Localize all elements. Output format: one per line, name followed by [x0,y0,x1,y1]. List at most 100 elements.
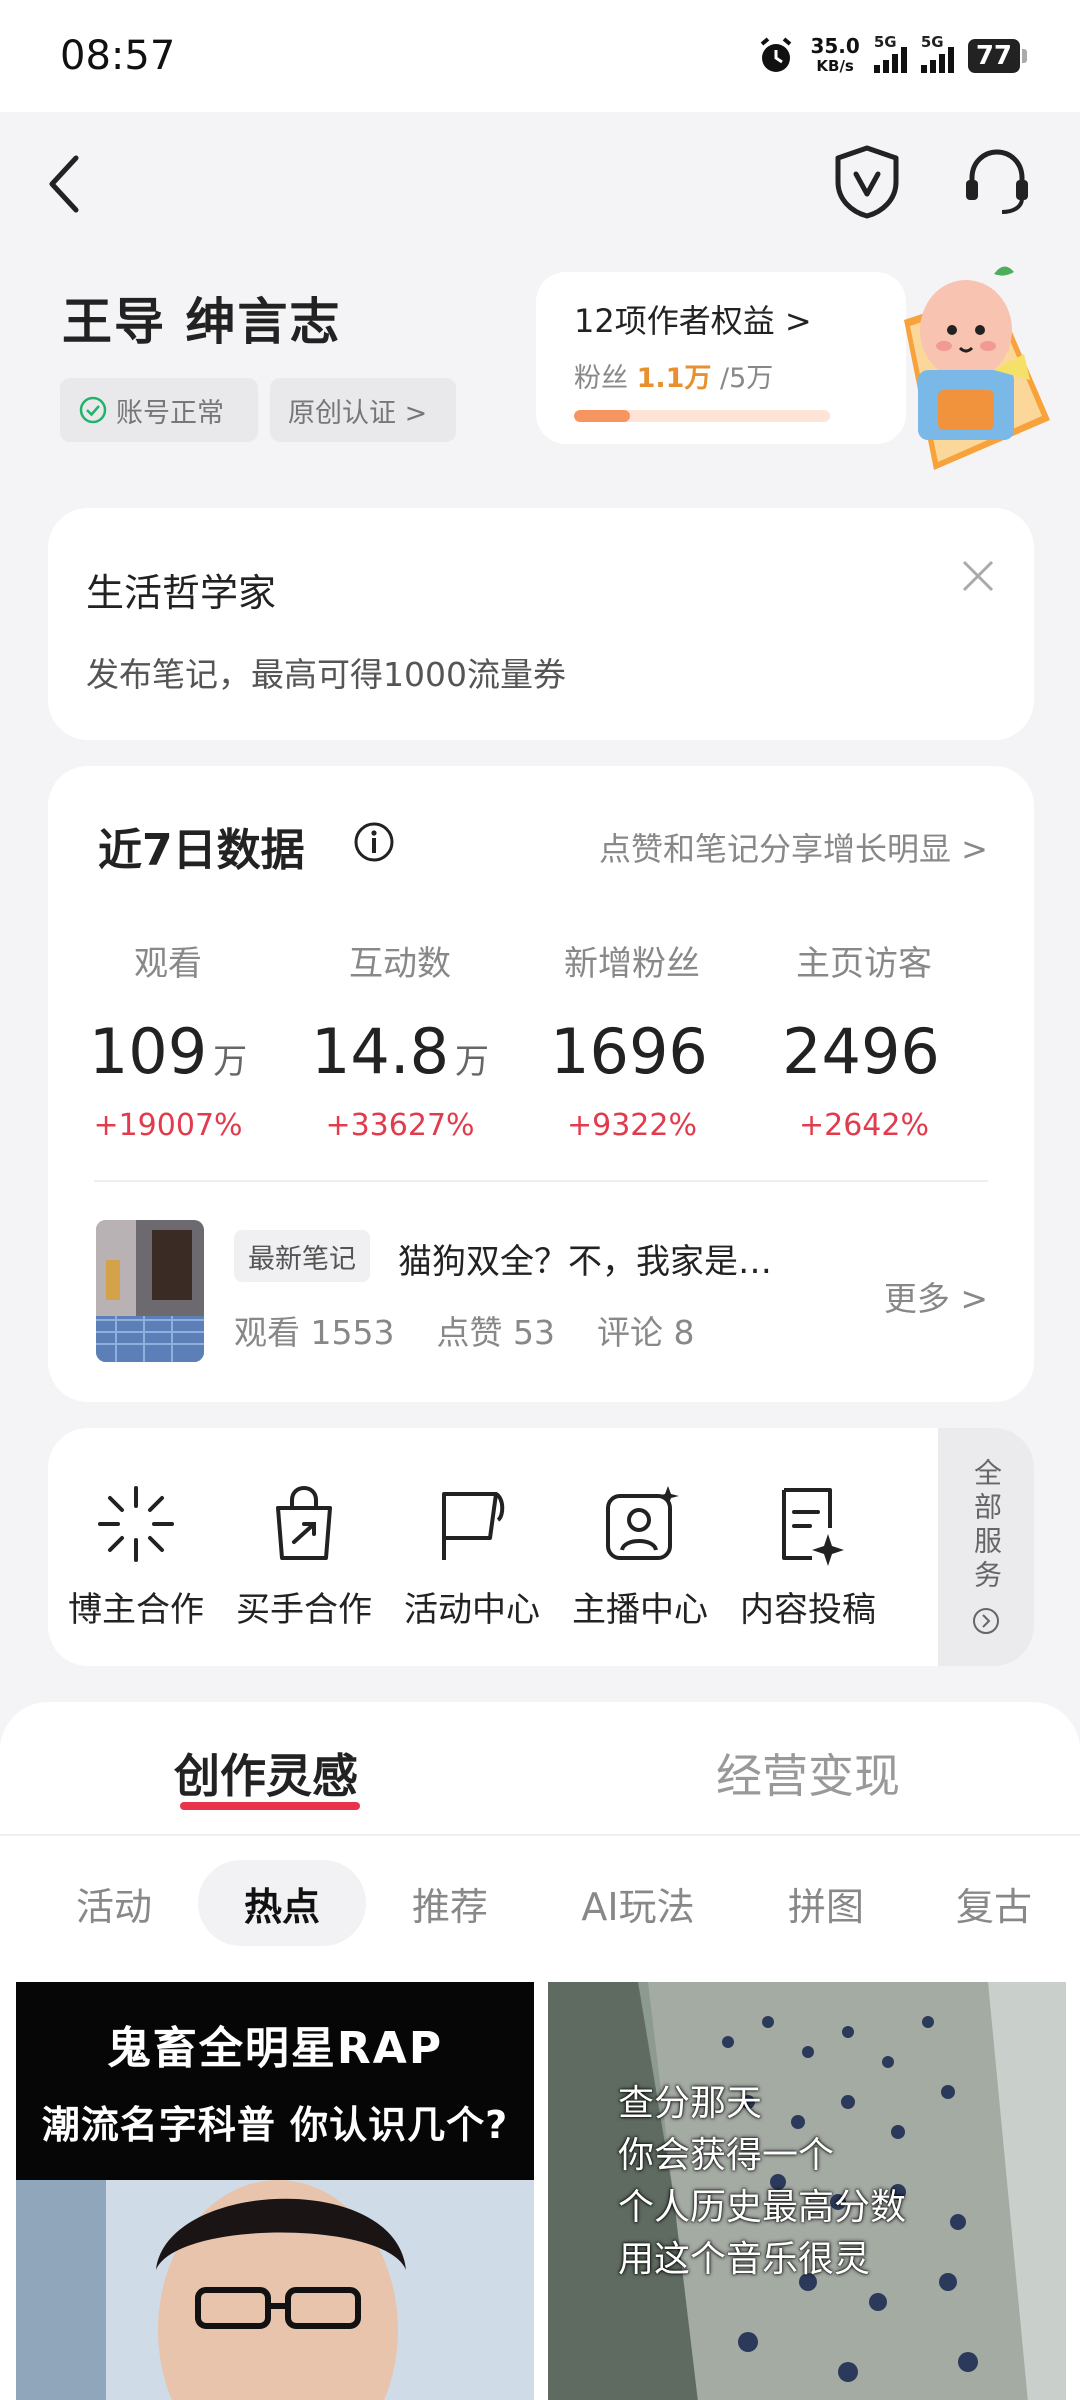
creator-rights-card[interactable]: 12项作者权益 > 粉丝 1.1万 /5万 [536,272,906,444]
metric-number: 14.8 [310,1015,450,1088]
original-certification-tag[interactable]: 原创认证 > [270,378,456,442]
metric-change: +2642% [799,1108,929,1143]
all-services-label: 全部服务 [970,1458,1003,1594]
note-likes: 点赞 53 [436,1313,555,1352]
back-arrow-icon[interactable] [42,152,86,216]
tile-banner: 鬼畜全明星RAP 潮流名字科普 你认识几个? [16,1982,534,2180]
service-blogger-collab[interactable]: 博主合作 [56,1476,216,1631]
note-comments: 评论 8 [596,1313,695,1352]
services-card: 博主合作 买手合作 活动中心 主播中心 内容投稿 全部服务 [48,1428,1034,1666]
shield-icon[interactable] [832,144,902,220]
metric-number: 2496 [782,1015,940,1088]
top-nav [0,112,1080,252]
metric-views[interactable]: 观看 109 万 +19007% [48,936,288,1143]
metric-label: 新增粉丝 [564,944,700,984]
chip-collage[interactable]: 拼图 [752,1860,900,1946]
stats-card: 近7日数据 点赞和笔记分享增长明显 > 观看 109 万 +19007% 互动数 … [48,766,1034,1402]
metric-unit: 万 [455,1042,490,1082]
service-content-submit[interactable]: 内容投稿 [728,1476,888,1631]
chip-recommended[interactable]: 推荐 [380,1860,520,1946]
alarm-icon [761,37,792,72]
metric-new-fans[interactable]: 新增粉丝 1696 +9322% [512,936,752,1143]
document-sparkle-icon [782,1488,844,1566]
fans-progress-text: 粉丝 1.1万 /5万 [574,356,773,395]
metric-number: 109 [88,1015,208,1088]
close-icon[interactable] [958,556,998,596]
metric-value: 109 万 [48,1015,288,1088]
net-speed: 35.0 KB/s [810,36,859,76]
check-circle-icon [79,396,107,424]
active-tab-indicator [180,1802,360,1810]
note-views: 观看 1553 [234,1313,395,1352]
tile-subheadline: 潮流名字科普 你认识几个? [41,2103,509,2147]
tile-caption-line: 用这个音乐很灵 [618,2239,871,2280]
promo-title: 生活哲学家 [86,571,277,615]
fans-progress-bar [574,410,830,422]
promo-subtitle: 发布笔记，最高可得1000流量券 [86,655,566,694]
headset-icon[interactable] [962,146,1032,220]
metric-label: 互动数 [349,944,451,984]
service-label: 内容投稿 [740,1590,876,1630]
status-icons: 35.0 KB/s 5G 5G 77 [756,33,1028,76]
service-label: 买手合作 [236,1590,372,1630]
service-activity-center[interactable]: 活动中心 [392,1476,552,1631]
sparkle-burst-icon [98,1486,174,1562]
metric-value: 1696 [512,1015,752,1088]
chip-trending[interactable]: 热点 [198,1860,366,1946]
metric-interactions[interactable]: 互动数 14.8 万 +33627% [280,936,520,1143]
shopping-bag-icon [276,1485,332,1560]
metric-number: 1696 [550,1015,708,1088]
divider [0,1834,1080,1836]
tile-caption-line: 查分那天 [618,2083,763,2124]
creator-rights-title: 12项作者权益 > [574,302,812,340]
latest-note-title[interactable]: 猫狗双全？不，我家是… [398,1234,772,1283]
service-label: 主播中心 [572,1590,708,1630]
divider [94,1180,988,1182]
original-certification-label: 原创认证 > [288,397,428,429]
tab-monetization[interactable]: 经营变现 [716,1740,900,1806]
inspiration-tile[interactable]: 鬼畜全明星RAP 潮流名字科普 你认识几个? [16,1982,534,2400]
stats-title: 近7日数据 [98,825,305,876]
flag-icon [442,1492,505,1560]
chip-activity[interactable]: 活动 [44,1860,184,1946]
status-time: 08:57 [60,33,176,79]
all-services-button[interactable]: 全部服务 [938,1428,1034,1666]
metric-value: 2496 [744,1015,984,1088]
fans-current: 1.1万 [636,363,712,394]
metric-profile-visitors[interactable]: 主页访客 2496 +2642% [744,936,984,1143]
stats-hint-link[interactable]: 点赞和笔记分享增长明显 > [599,824,988,870]
metric-label: 观看 [134,944,202,984]
tile-caption-line: 个人历史最高分数 [618,2187,907,2228]
metric-label: 主页访客 [796,944,932,984]
info-icon[interactable] [352,820,396,864]
more-link[interactable]: 更多 > [884,1272,988,1320]
service-label: 博主合作 [68,1590,204,1630]
promo-card[interactable]: 生活哲学家 发布笔记，最高可得1000流量券 [48,508,1034,740]
tile-caption-line: 你会获得一个 [618,2135,835,2176]
inspiration-tile[interactable]: 查分那天 你会获得一个 个人历史最高分数 用这个音乐很灵 [548,1982,1066,2400]
account-status-label: 账号正常 [116,397,224,429]
service-label: 活动中心 [404,1590,540,1630]
fans-target: /5万 [720,363,774,394]
chevron-right-circle-icon [973,1608,999,1634]
signal-1-label: 5G [873,33,897,51]
service-streamer-center[interactable]: 主播中心 [560,1476,720,1631]
fans-progress-fill [574,410,631,422]
metric-unit: 万 [213,1042,248,1082]
tile-headline: 鬼畜全明星RAP [106,2023,444,2074]
chip-retro[interactable]: 复古 [920,1860,1068,1946]
metric-change: +9322% [567,1108,697,1143]
battery-icon: 77 [967,39,1028,73]
note-thumbnail[interactable] [96,1220,204,1362]
signal-2-label: 5G [920,33,944,51]
service-buyer-collab[interactable]: 买手合作 [224,1476,384,1631]
chip-ai-play[interactable]: AI玩法 [540,1860,736,1946]
mascot-illustration [904,266,1050,470]
inspiration-panel: 创作灵感 经营变现 活动 热点 推荐 AI玩法 拼图 复古 鬼畜全明星RAP 潮… [0,1702,1080,2400]
account-status-tag[interactable]: 账号正常 [60,378,258,442]
signal-icon-1: 5G [873,33,907,73]
signal-icon-2: 5G [920,33,954,73]
status-bar: 08:57 35.0 KB/s 5G 5G 77 [0,0,1080,112]
tab-creative-inspiration[interactable]: 创作灵感 [174,1740,358,1806]
metric-change: +33627% [325,1108,475,1143]
